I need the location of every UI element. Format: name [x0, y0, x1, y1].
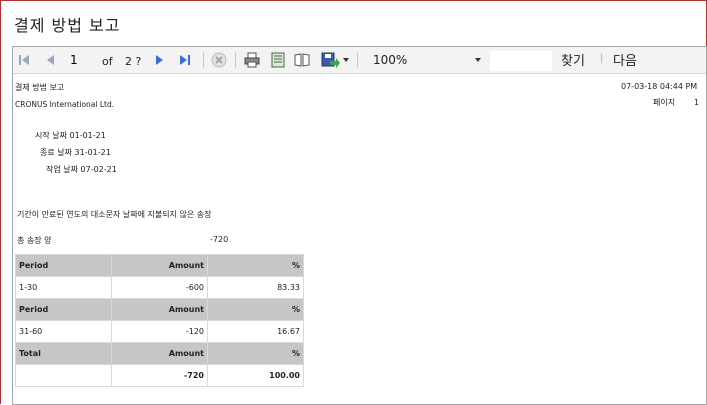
page-label: 페이지 — [653, 98, 676, 107]
page-setup-icon[interactable] — [293, 51, 311, 69]
total-invoices-label: 총 송장 양 — [17, 236, 52, 245]
export-dropdown-icon[interactable] — [342, 51, 350, 69]
end-date: 종료 날짜 31-01-21 — [40, 148, 111, 157]
report-toolbar: of 2 ? 100% 찾 — [13, 47, 706, 74]
toolbar-separator — [357, 52, 358, 68]
table-cell: -600 — [111, 276, 208, 299]
report-viewer: of 2 ? 100% 찾 — [12, 46, 707, 405]
toolbar-separator — [203, 52, 204, 68]
find-text-input[interactable] — [489, 50, 553, 72]
total-pages: 2 ? — [125, 55, 142, 68]
report-page: 결제 방법 보고 CRONUS International Ltd. 07-03… — [13, 74, 706, 404]
page-number: 1 — [694, 98, 700, 107]
window-title: 결제 방법 보고 — [14, 16, 121, 35]
work-date: 작업 날짜 07-02-21 — [46, 165, 117, 174]
last-page-icon[interactable] — [179, 51, 191, 69]
aging-table: Period Amount% 1-30 -600 83.33 Period Amount% 3… — [15, 254, 304, 387]
find-next-link[interactable]: 다음 — [613, 50, 637, 69]
report-datetime: 07-03-18 04:44 PM — [621, 82, 698, 91]
table-cell: -720 — [111, 364, 208, 387]
table-cell: Amount — [111, 298, 208, 321]
previous-page-icon[interactable] — [45, 51, 55, 69]
table-row: 1-30 -600 83.33 — [15, 276, 304, 299]
table-row: 31-60 -120 16.67 — [15, 320, 304, 343]
table-cell: 100.00 — [207, 364, 304, 387]
table-cell: Period — [15, 254, 112, 277]
print-icon[interactable] — [243, 51, 261, 69]
table-cell — [15, 364, 112, 387]
zoom-value: 100% — [373, 53, 408, 67]
toolbar-separator — [235, 52, 236, 68]
table-header-row: Period Amount% — [15, 298, 304, 321]
report-title: 결제 방법 보고 — [15, 83, 65, 92]
export-icon[interactable] — [320, 51, 342, 69]
table-cell: Amount — [111, 254, 208, 277]
find-link[interactable]: 찾기 — [561, 50, 585, 69]
table-cell: % — [207, 298, 304, 321]
table-cell: 31-60 — [15, 320, 112, 343]
find-next-separator: | — [600, 53, 604, 64]
page-layout-icon[interactable] — [269, 51, 287, 69]
table-row: -720 100.00 — [15, 364, 304, 387]
table-cell: 16.67 — [207, 320, 304, 343]
page-number-input[interactable] — [68, 51, 94, 69]
table-cell: -120 — [111, 320, 208, 343]
table-header-row: Period Amount% — [15, 254, 304, 277]
table-cell: % — [207, 342, 304, 365]
table-cell: 1-30 — [15, 276, 112, 299]
total-invoices-value: -720 — [210, 235, 229, 244]
of-label: of — [102, 55, 113, 68]
table-cell: % — [207, 254, 304, 277]
table-header-row: Total Amount% — [15, 342, 304, 365]
table-cell: Period — [15, 298, 112, 321]
table-cell: 83.33 — [207, 276, 304, 299]
stop-icon[interactable] — [210, 51, 228, 69]
company-name: CRONUS International Ltd. — [15, 100, 115, 109]
table-cell: Total — [15, 342, 112, 365]
zoom-select[interactable]: 100% — [369, 50, 485, 70]
report-description: 기간이 만료된 연도의 대소문자 날짜에 지불되지 않은 송장 — [17, 210, 212, 219]
next-page-icon[interactable] — [155, 51, 165, 69]
first-page-icon[interactable] — [18, 51, 30, 69]
chevron-down-icon — [475, 58, 481, 62]
start-date: 시작 날짜 01-01-21 — [35, 131, 106, 140]
table-cell: Amount — [111, 342, 208, 365]
